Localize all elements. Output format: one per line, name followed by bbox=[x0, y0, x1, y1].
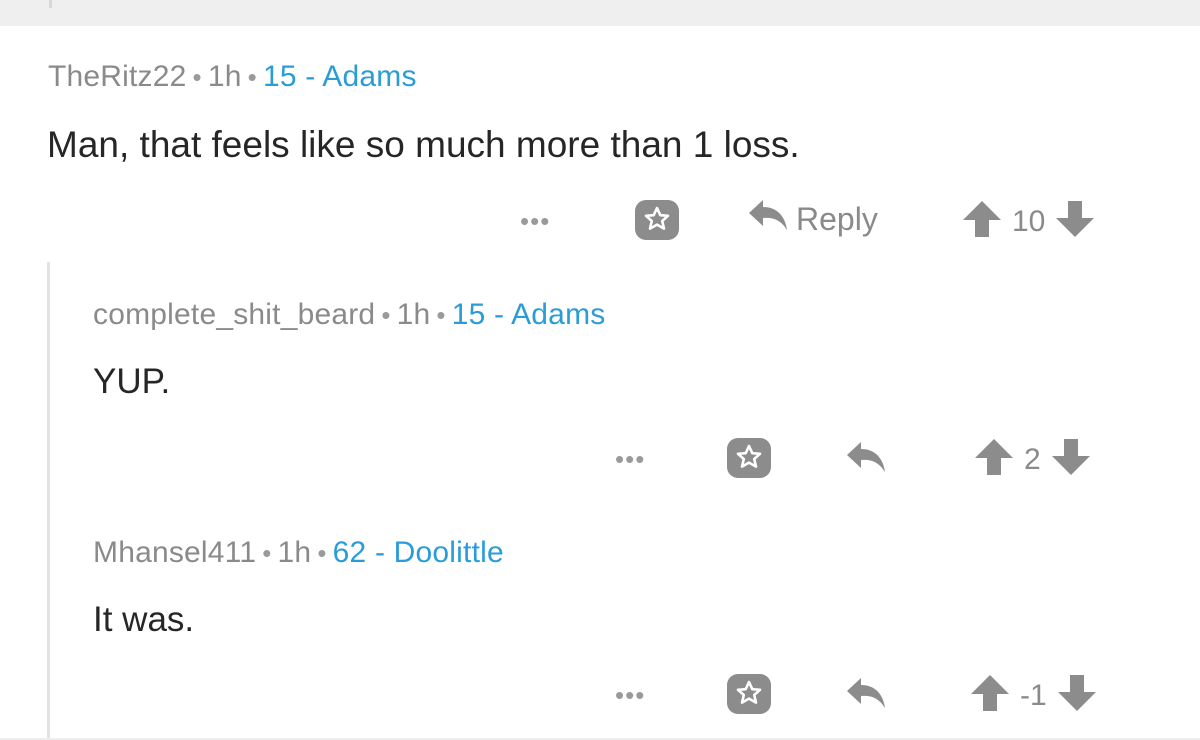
comment-meta: TheRitz22 • 1h • 15 - Adams bbox=[48, 60, 417, 94]
more-options-button[interactable]: ••• bbox=[615, 446, 645, 472]
downvote-icon[interactable] bbox=[1057, 674, 1097, 717]
vote-score: 2 bbox=[1024, 442, 1041, 476]
vote-controls: -1 bbox=[970, 674, 1097, 717]
upvote-icon[interactable] bbox=[970, 674, 1010, 717]
more-options-button[interactable]: ••• bbox=[615, 682, 645, 708]
comment-meta: Mhansel411 • 1h • 62 - Doolittle bbox=[93, 536, 504, 570]
award-icon[interactable] bbox=[725, 436, 773, 485]
separator-dot: • bbox=[436, 300, 446, 330]
vote-controls: 2 bbox=[974, 438, 1091, 481]
separator-dot: • bbox=[317, 538, 327, 568]
timestamp: 1h bbox=[396, 298, 431, 331]
timestamp: 1h bbox=[277, 536, 312, 569]
comment-actions: ••• 2 bbox=[0, 432, 1200, 482]
username[interactable]: TheRitz22 bbox=[48, 60, 187, 93]
comment-meta: complete_shit_beard • 1h • 15 - Adams bbox=[93, 298, 605, 332]
vote-score: -1 bbox=[1020, 678, 1047, 712]
comment-thread: TheRitz22 • 1h • 15 - Adams Man, that feels … bbox=[0, 0, 1200, 740]
downvote-icon[interactable] bbox=[1055, 200, 1095, 243]
user-flair: 62 - Doolittle bbox=[332, 536, 504, 569]
separator-dot: • bbox=[192, 62, 202, 92]
separator-dot: • bbox=[247, 62, 257, 92]
separator-dot: • bbox=[262, 538, 272, 568]
username[interactable]: Mhansel411 bbox=[93, 536, 256, 569]
comment-actions: ••• Reply 10 bbox=[0, 194, 1200, 244]
user-flair: 15 - Adams bbox=[451, 298, 606, 331]
award-icon[interactable] bbox=[725, 672, 773, 721]
upvote-icon[interactable] bbox=[962, 200, 1002, 243]
timestamp: 1h bbox=[207, 60, 242, 93]
comment-body: It was. bbox=[93, 600, 195, 639]
comment-body: YUP. bbox=[93, 362, 171, 401]
comment-body: Man, that feels like so much more than 1… bbox=[47, 124, 800, 165]
comment-actions: ••• -1 bbox=[0, 668, 1200, 718]
user-flair: 15 - Adams bbox=[262, 60, 417, 93]
reply-label: Reply bbox=[796, 200, 878, 237]
reply-button[interactable]: Reply bbox=[748, 198, 878, 240]
top-divider bbox=[0, 0, 1200, 26]
more-options-button[interactable]: ••• bbox=[520, 208, 550, 234]
downvote-icon[interactable] bbox=[1051, 438, 1091, 481]
vote-score: 10 bbox=[1012, 204, 1046, 238]
upvote-icon[interactable] bbox=[974, 438, 1014, 481]
username[interactable]: complete_shit_beard bbox=[93, 298, 375, 331]
vote-controls: 10 bbox=[962, 200, 1095, 243]
reply-icon[interactable] bbox=[846, 676, 886, 715]
reply-icon bbox=[748, 198, 788, 240]
thread-line-stub bbox=[49, 0, 52, 8]
separator-dot: • bbox=[381, 300, 391, 330]
award-icon[interactable] bbox=[633, 198, 681, 247]
reply-icon[interactable] bbox=[846, 440, 886, 479]
